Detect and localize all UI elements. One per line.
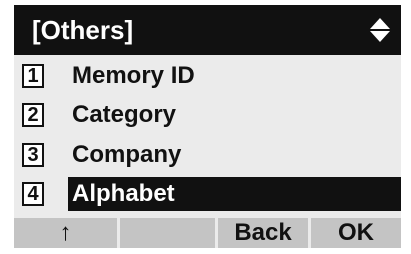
- menu-item-label: Category: [72, 101, 177, 128]
- softkey-ok[interactable]: OK: [311, 218, 401, 248]
- menu-item-memory-id[interactable]: 1 Memory ID: [18, 59, 401, 93]
- menu-item-number: 3: [22, 143, 44, 167]
- menu-item-number: 2: [22, 103, 44, 127]
- softkey-blank[interactable]: [120, 218, 215, 248]
- menu-item-label: Company: [72, 141, 182, 168]
- menu-item-label: Memory ID: [72, 62, 195, 89]
- up-down-arrow-icon: [367, 17, 393, 43]
- phone-display: [Others] 1 Memory ID 2 Category 3 Compan…: [14, 5, 401, 248]
- menu-item-label: Alphabet: [72, 180, 175, 207]
- softkey-up-arrow[interactable]: ↑: [14, 218, 117, 248]
- menu-item-company[interactable]: 3 Company: [18, 138, 401, 172]
- menu-item-number: 1: [22, 64, 44, 88]
- softkey-bar: ↑ Back OK: [14, 218, 401, 248]
- menu-item-number: 4: [22, 182, 44, 206]
- menu-item-category[interactable]: 2 Category: [18, 98, 401, 132]
- softkey-back[interactable]: Back: [218, 218, 308, 248]
- title-bar: [Others]: [14, 5, 401, 55]
- page-title: [Others]: [32, 15, 134, 45]
- menu-item-alphabet[interactable]: 4 Alphabet: [18, 177, 401, 211]
